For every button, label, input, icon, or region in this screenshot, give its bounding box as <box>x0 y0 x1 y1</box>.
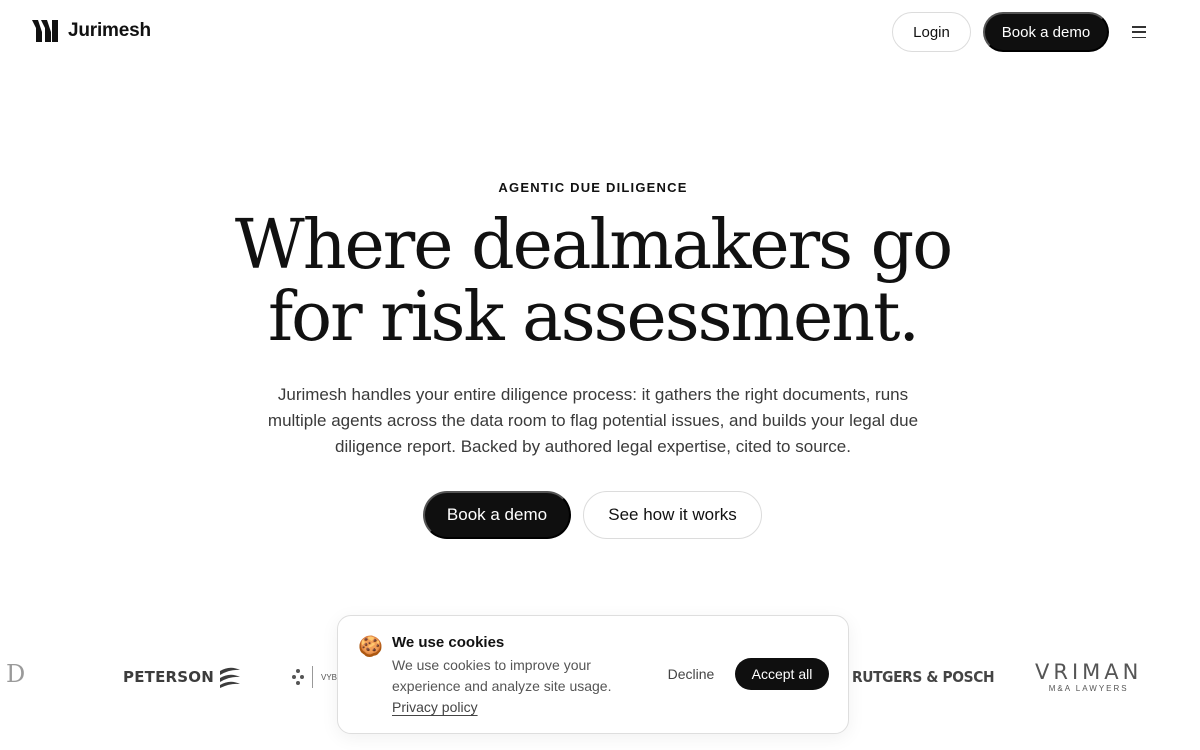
hero-subtext: Jurimesh handles your entire diligence p… <box>267 385 919 456</box>
vybr-divider <box>312 666 313 688</box>
headline-line-2: for risk assessment. <box>267 278 920 357</box>
client-logo-peterson: PETERSON <box>123 666 242 688</box>
accept-cookies-button[interactable]: Accept all <box>735 658 829 690</box>
cookie-banner: 🍪 We use cookies We use cookies to impro… <box>337 615 849 734</box>
peterson-wordmark: PETERSON <box>123 668 214 686</box>
hero-headline: Where dealmakers go for risk assessment. <box>0 210 1186 354</box>
headline-line-1: Where dealmakers go <box>234 206 953 285</box>
book-demo-header-button[interactable]: Book a demo <box>983 12 1109 52</box>
brand-logo[interactable]: Jurimesh <box>32 20 151 42</box>
cookie-body: We use cookies to improve your experienc… <box>392 657 612 694</box>
client-logo-vybr: VYBI <box>292 666 339 688</box>
vriman-wordmark: VRIMAN <box>1035 660 1143 684</box>
client-logo-rutgers-posch: RUTGERS & POSCH <box>852 668 995 686</box>
jurimesh-logo-icon <box>32 20 58 42</box>
decline-cookies-button[interactable]: Decline <box>656 658 726 690</box>
site-header: Jurimesh Login Book a demo <box>0 0 1200 64</box>
hero-eyebrow: AGENTIC DUE DILIGENCE <box>498 180 688 195</box>
vriman-subtitle: M&A LAWYERS <box>1048 684 1129 693</box>
hamburger-menu-icon[interactable] <box>1131 24 1147 40</box>
cookie-title: We use cookies <box>392 634 505 651</box>
login-button[interactable]: Login <box>892 12 971 52</box>
brand-name: Jurimesh <box>68 20 151 41</box>
privacy-policy-link[interactable]: Privacy policy <box>392 697 478 718</box>
peterson-wave-icon <box>219 667 240 688</box>
client-logo-vriman: VRIMAN M&A LAWYERS <box>1035 660 1143 694</box>
book-demo-button[interactable]: Book a demo <box>423 491 571 539</box>
cookie-icon: 🍪 <box>358 636 383 658</box>
client-logo-d: D <box>6 660 26 688</box>
vybr-dots-icon <box>292 669 304 685</box>
see-how-it-works-button[interactable]: See how it works <box>583 491 762 539</box>
